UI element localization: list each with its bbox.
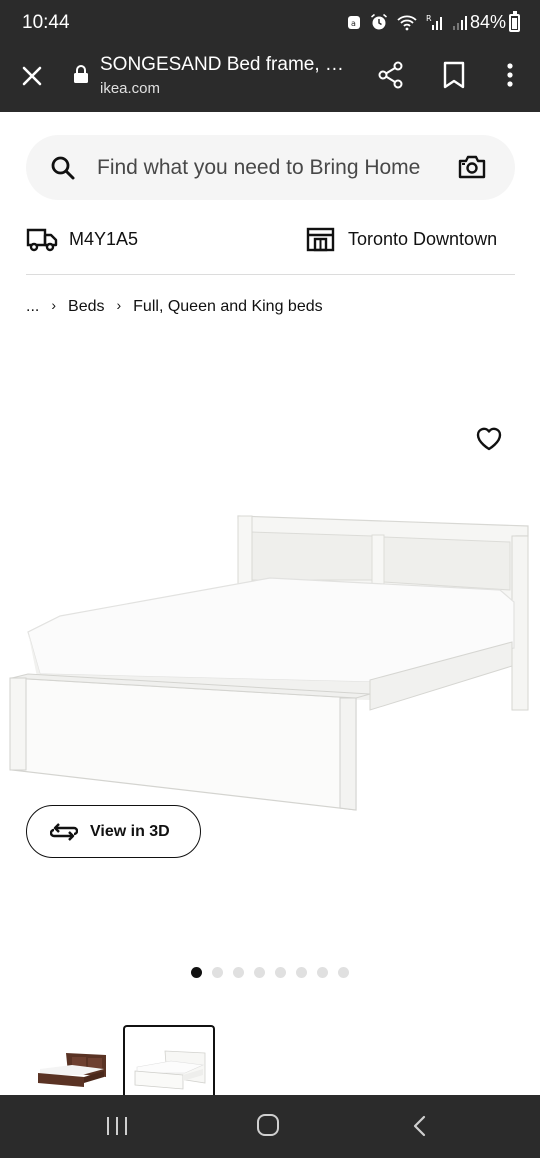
search-icon: [51, 156, 75, 180]
battery-level: 84%: [469, 12, 506, 32]
home-button[interactable]: [255, 1112, 281, 1138]
status-icons: a R: [346, 13, 470, 31]
carousel-dot[interactable]: [233, 967, 244, 978]
carousel-dot[interactable]: [254, 967, 265, 978]
breadcrumb-ellipsis[interactable]: ...: [26, 298, 39, 316]
alarm-icon: [371, 13, 387, 30]
lock-icon: [74, 65, 88, 83]
signal-icon: [453, 16, 467, 30]
bed-thumbnail-brown: [38, 1053, 106, 1087]
store-icon: [306, 227, 335, 252]
svg-text:a: a: [351, 19, 356, 28]
recent-apps-button[interactable]: [104, 1114, 130, 1138]
carousel-dot[interactable]: [317, 967, 328, 978]
bed-thumbnail-white: [134, 1050, 206, 1090]
view-in-3d-label: View in 3D: [90, 822, 170, 840]
more-options-button[interactable]: [498, 60, 522, 90]
carousel-dot[interactable]: [191, 967, 202, 978]
search-input[interactable]: Find what you need to Bring Home: [97, 156, 420, 180]
status-bar: 10:44 a R 84%: [0, 0, 540, 46]
browser-toolbar: SONGESAND Bed frame, … ikea.com: [0, 46, 540, 112]
image-carousel-indicator: [191, 967, 349, 978]
rotate-3d-icon: [50, 822, 78, 841]
wifi-icon: [397, 15, 417, 31]
favorite-heart-button[interactable]: [474, 424, 504, 452]
bookmark-button[interactable]: [440, 60, 468, 90]
store-name: Toronto Downtown: [348, 228, 498, 249]
truck-icon: [26, 228, 58, 252]
status-time: 10:44: [22, 12, 70, 33]
thumbnail-white-bed[interactable]: [123, 1025, 215, 1095]
page-url[interactable]: ikea.com: [100, 80, 160, 97]
carousel-dot[interactable]: [338, 967, 349, 978]
carousel-dot[interactable]: [275, 967, 286, 978]
svg-text:R: R: [426, 14, 432, 23]
search-bar[interactable]: Find what you need to Bring Home: [26, 135, 515, 200]
thumbnail-brown-bed[interactable]: [26, 1025, 118, 1095]
chevron-right-icon: ›: [116, 297, 122, 313]
battery-icon: [509, 11, 520, 32]
breadcrumb: ... › Beds › Full, Queen and King beds: [26, 297, 323, 317]
store-selector[interactable]: Toronto Downtown: [306, 222, 497, 256]
notification-icon: a: [348, 16, 360, 29]
system-navigation-bar: [0, 1095, 540, 1158]
close-tab-button[interactable]: [18, 62, 46, 90]
back-button[interactable]: [408, 1114, 432, 1138]
delivery-postal-selector[interactable]: M4Y1A5: [26, 222, 138, 256]
breadcrumb-item-full-queen-king[interactable]: Full, Queen and King beds: [133, 298, 322, 316]
chevron-right-icon: ›: [51, 297, 57, 313]
divider: [26, 274, 515, 275]
breadcrumb-item-beds[interactable]: Beds: [68, 298, 104, 316]
carousel-dot[interactable]: [212, 967, 223, 978]
postal-code: M4Y1A5: [69, 228, 139, 249]
page-title[interactable]: SONGESAND Bed frame, …: [100, 54, 360, 76]
camera-icon[interactable]: [458, 154, 486, 180]
share-button[interactable]: [376, 60, 406, 90]
view-in-3d-button[interactable]: View in 3D: [26, 805, 201, 858]
signal-r-icon: R: [426, 14, 442, 30]
carousel-dot[interactable]: [296, 967, 307, 978]
